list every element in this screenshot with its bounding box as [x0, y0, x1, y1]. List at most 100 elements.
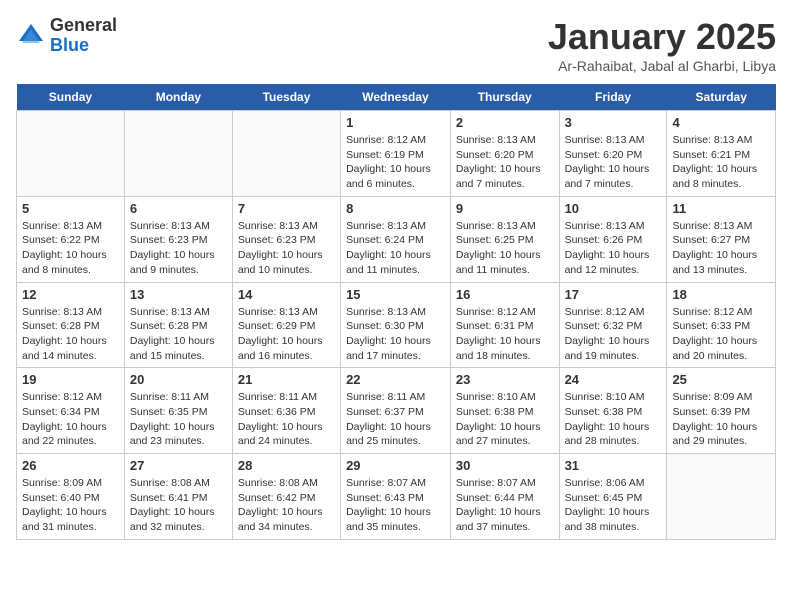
logo-icon [16, 21, 46, 51]
calendar-cell: 16 Sunrise: 8:12 AM Sunset: 6:31 PM Dayli… [450, 282, 559, 368]
calendar-cell: 29 Sunrise: 8:07 AM Sunset: 6:43 PM Dayli… [341, 454, 451, 540]
cell-content: Sunrise: 8:09 AM Sunset: 6:39 PM Dayligh… [672, 390, 770, 449]
date-number: 1 [346, 115, 445, 130]
cell-content: Sunrise: 8:08 AM Sunset: 6:42 PM Dayligh… [238, 476, 335, 535]
cell-content: Sunrise: 8:13 AM Sunset: 6:20 PM Dayligh… [456, 133, 554, 192]
cell-content: Sunrise: 8:11 AM Sunset: 6:35 PM Dayligh… [130, 390, 227, 449]
cell-content: Sunrise: 8:12 AM Sunset: 6:31 PM Dayligh… [456, 305, 554, 364]
cell-content: Sunrise: 8:12 AM Sunset: 6:34 PM Dayligh… [22, 390, 119, 449]
date-number: 8 [346, 201, 445, 216]
calendar-cell: 25 Sunrise: 8:09 AM Sunset: 6:39 PM Dayli… [667, 368, 776, 454]
date-number: 10 [565, 201, 662, 216]
calendar-cell: 14Sunrise: 8:13 AM Sunset: 6:29 PM Dayli… [232, 282, 340, 368]
day-header-tuesday: Tuesday [232, 84, 340, 111]
date-number: 30 [456, 458, 554, 473]
date-number: 29 [346, 458, 445, 473]
calendar-cell: 24 Sunrise: 8:10 AM Sunset: 6:38 PM Dayli… [559, 368, 667, 454]
date-number: 26 [22, 458, 119, 473]
cell-content: Sunrise: 8:13 AM Sunset: 6:23 PM Dayligh… [130, 219, 227, 278]
cell-content: Sunrise: 8:13 AM Sunset: 6:26 PM Dayligh… [565, 219, 662, 278]
logo-blue: Blue [50, 36, 117, 56]
calendar-cell: 10 Sunrise: 8:13 AM Sunset: 6:26 PM Dayli… [559, 196, 667, 282]
day-header-sunday: Sunday [17, 84, 125, 111]
page-header: General Blue January 2025 Ar-Rahaibat, J… [16, 16, 776, 74]
calendar-cell: 20 Sunrise: 8:11 AM Sunset: 6:35 PM Dayli… [124, 368, 232, 454]
cell-content: Sunrise: 8:13 AM Sunset: 6:28 PM Dayligh… [22, 305, 119, 364]
calendar-cell: 12 Sunrise: 8:13 AM Sunset: 6:28 PM Dayli… [17, 282, 125, 368]
date-number: 19 [22, 372, 119, 387]
cell-content: Sunrise: 8:11 AM Sunset: 6:37 PM Dayligh… [346, 390, 445, 449]
date-number: 27 [130, 458, 227, 473]
date-number: 9 [456, 201, 554, 216]
calendar-cell: 17Sunrise: 8:12 AM Sunset: 6:32 PM Dayli… [559, 282, 667, 368]
date-number: 28 [238, 458, 335, 473]
cell-content: Sunrise: 8:13 AM Sunset: 6:30 PM Dayligh… [346, 305, 445, 364]
cell-content: Sunrise: 8:13 AM Sunset: 6:28 PM Dayligh… [130, 305, 227, 364]
calendar-cell: 27 Sunrise: 8:08 AM Sunset: 6:41 PM Dayli… [124, 454, 232, 540]
date-number: 31 [565, 458, 662, 473]
day-header-thursday: Thursday [450, 84, 559, 111]
calendar-cell: 18 Sunrise: 8:12 AM Sunset: 6:33 PM Dayli… [667, 282, 776, 368]
date-number: 22 [346, 372, 445, 387]
calendar-cell: 19 Sunrise: 8:12 AM Sunset: 6:34 PM Dayli… [17, 368, 125, 454]
date-number: 16 [456, 287, 554, 302]
calendar-cell [232, 111, 340, 197]
date-number: 7 [238, 201, 335, 216]
calendar-cell: 8 Sunrise: 8:13 AM Sunset: 6:24 PM Daylig… [341, 196, 451, 282]
calendar-cell: 30 Sunrise: 8:07 AM Sunset: 6:44 PM Dayli… [450, 454, 559, 540]
cell-content: Sunrise: 8:10 AM Sunset: 6:38 PM Dayligh… [565, 390, 662, 449]
day-header-monday: Monday [124, 84, 232, 111]
date-number: 21 [238, 372, 335, 387]
date-number: 24 [565, 372, 662, 387]
cell-content: Sunrise: 8:13 AM Sunset: 6:27 PM Dayligh… [672, 219, 770, 278]
cell-content: Sunrise: 8:07 AM Sunset: 6:43 PM Dayligh… [346, 476, 445, 535]
week-row-5: 26 Sunrise: 8:09 AM Sunset: 6:40 PM Dayli… [17, 454, 776, 540]
cell-content: Sunrise: 8:08 AM Sunset: 6:41 PM Dayligh… [130, 476, 227, 535]
calendar-cell: 1 Sunrise: 8:12 AM Sunset: 6:19 PM Daylig… [341, 111, 451, 197]
day-header-row: SundayMondayTuesdayWednesdayThursdayFrid… [17, 84, 776, 111]
title-area: January 2025 Ar-Rahaibat, Jabal al Gharb… [548, 16, 776, 74]
calendar-table: SundayMondayTuesdayWednesdayThursdayFrid… [16, 84, 776, 540]
week-row-3: 12 Sunrise: 8:13 AM Sunset: 6:28 PM Dayli… [17, 282, 776, 368]
calendar-cell [124, 111, 232, 197]
date-number: 25 [672, 372, 770, 387]
calendar-cell: 9 Sunrise: 8:13 AM Sunset: 6:25 PM Daylig… [450, 196, 559, 282]
cell-content: Sunrise: 8:13 AM Sunset: 6:22 PM Dayligh… [22, 219, 119, 278]
week-row-4: 19 Sunrise: 8:12 AM Sunset: 6:34 PM Dayli… [17, 368, 776, 454]
date-number: 18 [672, 287, 770, 302]
cell-content: Sunrise: 8:09 AM Sunset: 6:40 PM Dayligh… [22, 476, 119, 535]
cell-content: Sunrise: 8:12 AM Sunset: 6:33 PM Dayligh… [672, 305, 770, 364]
calendar-cell: 3Sunrise: 8:13 AM Sunset: 6:20 PM Daylig… [559, 111, 667, 197]
date-number: 12 [22, 287, 119, 302]
calendar-cell: 6 Sunrise: 8:13 AM Sunset: 6:23 PM Daylig… [124, 196, 232, 282]
date-number: 2 [456, 115, 554, 130]
cell-content: Sunrise: 8:11 AM Sunset: 6:36 PM Dayligh… [238, 390, 335, 449]
cell-content: Sunrise: 8:13 AM Sunset: 6:21 PM Dayligh… [672, 133, 770, 192]
calendar-cell [17, 111, 125, 197]
day-header-wednesday: Wednesday [341, 84, 451, 111]
logo: General Blue [16, 16, 117, 56]
calendar-cell: 11 Sunrise: 8:13 AM Sunset: 6:27 PM Dayli… [667, 196, 776, 282]
date-number: 15 [346, 287, 445, 302]
calendar-cell: 31 Sunrise: 8:06 AM Sunset: 6:45 PM Dayli… [559, 454, 667, 540]
week-row-2: 5Sunrise: 8:13 AM Sunset: 6:22 PM Daylig… [17, 196, 776, 282]
cell-content: Sunrise: 8:07 AM Sunset: 6:44 PM Dayligh… [456, 476, 554, 535]
date-number: 6 [130, 201, 227, 216]
calendar-cell: 7Sunrise: 8:13 AM Sunset: 6:23 PM Daylig… [232, 196, 340, 282]
date-number: 4 [672, 115, 770, 130]
calendar-cell: 22 Sunrise: 8:11 AM Sunset: 6:37 PM Dayli… [341, 368, 451, 454]
cell-content: Sunrise: 8:13 AM Sunset: 6:24 PM Dayligh… [346, 219, 445, 278]
cell-content: Sunrise: 8:13 AM Sunset: 6:25 PM Dayligh… [456, 219, 554, 278]
date-number: 20 [130, 372, 227, 387]
calendar-cell: 21 Sunrise: 8:11 AM Sunset: 6:36 PM Dayli… [232, 368, 340, 454]
date-number: 11 [672, 201, 770, 216]
cell-content: Sunrise: 8:12 AM Sunset: 6:19 PM Dayligh… [346, 133, 445, 192]
calendar-cell: 13Sunrise: 8:13 AM Sunset: 6:28 PM Dayli… [124, 282, 232, 368]
calendar-cell: 26 Sunrise: 8:09 AM Sunset: 6:40 PM Dayli… [17, 454, 125, 540]
location: Ar-Rahaibat, Jabal al Gharbi, Libya [548, 58, 776, 74]
date-number: 17 [565, 287, 662, 302]
date-number: 14 [238, 287, 335, 302]
week-row-1: 1 Sunrise: 8:12 AM Sunset: 6:19 PM Daylig… [17, 111, 776, 197]
calendar-cell: 28 Sunrise: 8:08 AM Sunset: 6:42 PM Dayli… [232, 454, 340, 540]
cell-content: Sunrise: 8:06 AM Sunset: 6:45 PM Dayligh… [565, 476, 662, 535]
